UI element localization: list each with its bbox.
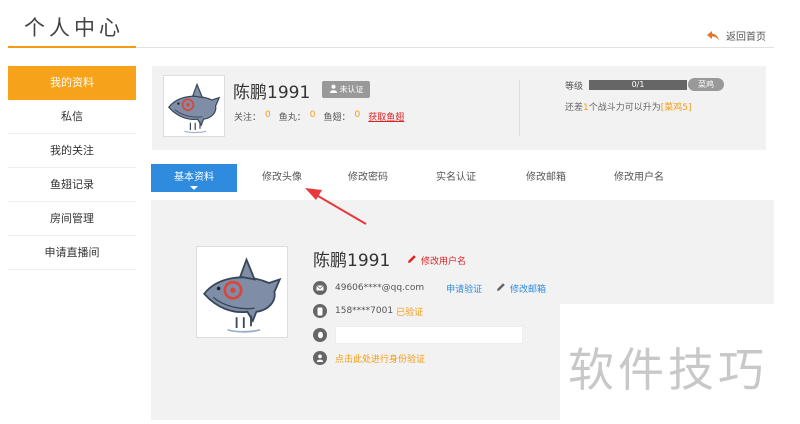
get-fishfin-link[interactable]: 获取鱼翅	[368, 110, 404, 123]
fishfin-count: 0	[354, 110, 361, 120]
level-label: 等级	[565, 82, 584, 92]
follow-count: 0	[265, 110, 271, 120]
back-arrow-icon	[706, 30, 720, 42]
detail-username: 陈鹏1991	[313, 251, 391, 271]
user-stats: 关注： 0 鱼丸： 0 鱼翅： 0 获取鱼翅	[234, 110, 404, 123]
level-tip-target: [菜鸡5]	[660, 103, 692, 113]
email-row: 49606****@qq.com 申请验证	[313, 281, 482, 295]
avatar[interactable]	[163, 75, 225, 137]
next-level-badge: 菜鸡	[688, 78, 724, 91]
edit-email-link[interactable]: 修改邮箱	[496, 282, 546, 295]
tab-change-password[interactable]: 修改密码	[331, 164, 405, 192]
qq-icon	[313, 328, 327, 342]
level-tip: 还差1个战斗力可以升为[菜鸡5]	[565, 100, 692, 113]
sidebar-item-messages[interactable]: 私信	[8, 100, 136, 134]
tab-change-avatar[interactable]: 修改头像	[245, 164, 319, 192]
edit-username-link[interactable]: 修改用户名	[407, 254, 466, 267]
pencil-icon	[407, 254, 417, 267]
follow-label: 关注：	[234, 113, 262, 123]
phone-icon	[313, 304, 327, 318]
level-tip-prefix: 还差	[565, 103, 584, 113]
sidebar-item-room-management[interactable]: 房间管理	[8, 202, 136, 236]
email-verify-link[interactable]: 申请验证	[446, 282, 482, 295]
profile-card: 陈鹏1991 未认证 关注： 0 鱼丸： 0 鱼翅： 0 获取鱼翅 等级 0/1…	[152, 66, 766, 150]
tab-change-username[interactable]: 修改用户名	[597, 164, 681, 192]
level-tip-middle: 个战斗力可以升为	[588, 103, 661, 113]
edit-email-label: 修改邮箱	[510, 285, 547, 295]
sidebar-item-following[interactable]: 我的关注	[8, 134, 136, 168]
level-progress-bar: 0/1	[589, 80, 687, 90]
title-underline	[8, 46, 136, 48]
tab-real-name[interactable]: 实名认证	[419, 164, 493, 192]
user-icon	[313, 351, 327, 365]
certification-badge[interactable]: 未认证	[322, 81, 370, 98]
qq-field[interactable]	[335, 326, 523, 344]
phone-row: 158****7001 已验证	[313, 304, 423, 318]
avatar-large	[196, 246, 288, 338]
email-value: 49606****@qq.com	[335, 283, 425, 293]
username: 陈鹏1991	[233, 83, 311, 103]
phone-status: 已验证	[396, 307, 424, 318]
envelope-icon	[313, 281, 327, 295]
user-icon	[329, 84, 338, 95]
profile-tabs: 基本资料 修改头像 修改密码 实名认证 修改邮箱 修改用户名	[151, 164, 691, 192]
qq-row	[313, 326, 523, 344]
tab-change-email[interactable]: 修改邮箱	[509, 164, 583, 192]
back-home-label: 返回首页	[726, 32, 766, 43]
phone-value: 158****7001	[335, 306, 394, 316]
card-divider	[519, 80, 520, 136]
back-home-link[interactable]: 返回首页	[706, 28, 766, 43]
edit-username-label: 修改用户名	[421, 257, 467, 267]
certification-label: 未认证	[339, 85, 364, 94]
sidebar: 我的资料 私信 我的关注 鱼翅记录 房间管理 申请直播间	[8, 66, 136, 270]
sidebar-item-apply-live-room[interactable]: 申请直播间	[8, 236, 136, 270]
shark-avatar-icon	[168, 82, 221, 134]
sidebar-item-fishfin-records[interactable]: 鱼翅记录	[8, 168, 136, 202]
page-title: 个人中心	[24, 16, 124, 40]
shark-avatar-icon	[203, 257, 282, 333]
id-verify-row: 点击此处进行身份验证	[313, 351, 425, 365]
id-verify-link[interactable]: 点击此处进行身份验证	[335, 352, 425, 365]
fishball-label: 鱼丸：	[278, 113, 306, 123]
fishball-count: 0	[309, 110, 316, 120]
fishfin-label: 鱼翅：	[323, 113, 351, 123]
title-divider	[136, 47, 774, 48]
sidebar-item-my-profile[interactable]: 我的资料	[8, 66, 136, 100]
watermark: 软件技巧	[568, 343, 768, 397]
tab-basic-info[interactable]: 基本资料	[151, 164, 237, 192]
pencil-icon	[496, 282, 506, 295]
